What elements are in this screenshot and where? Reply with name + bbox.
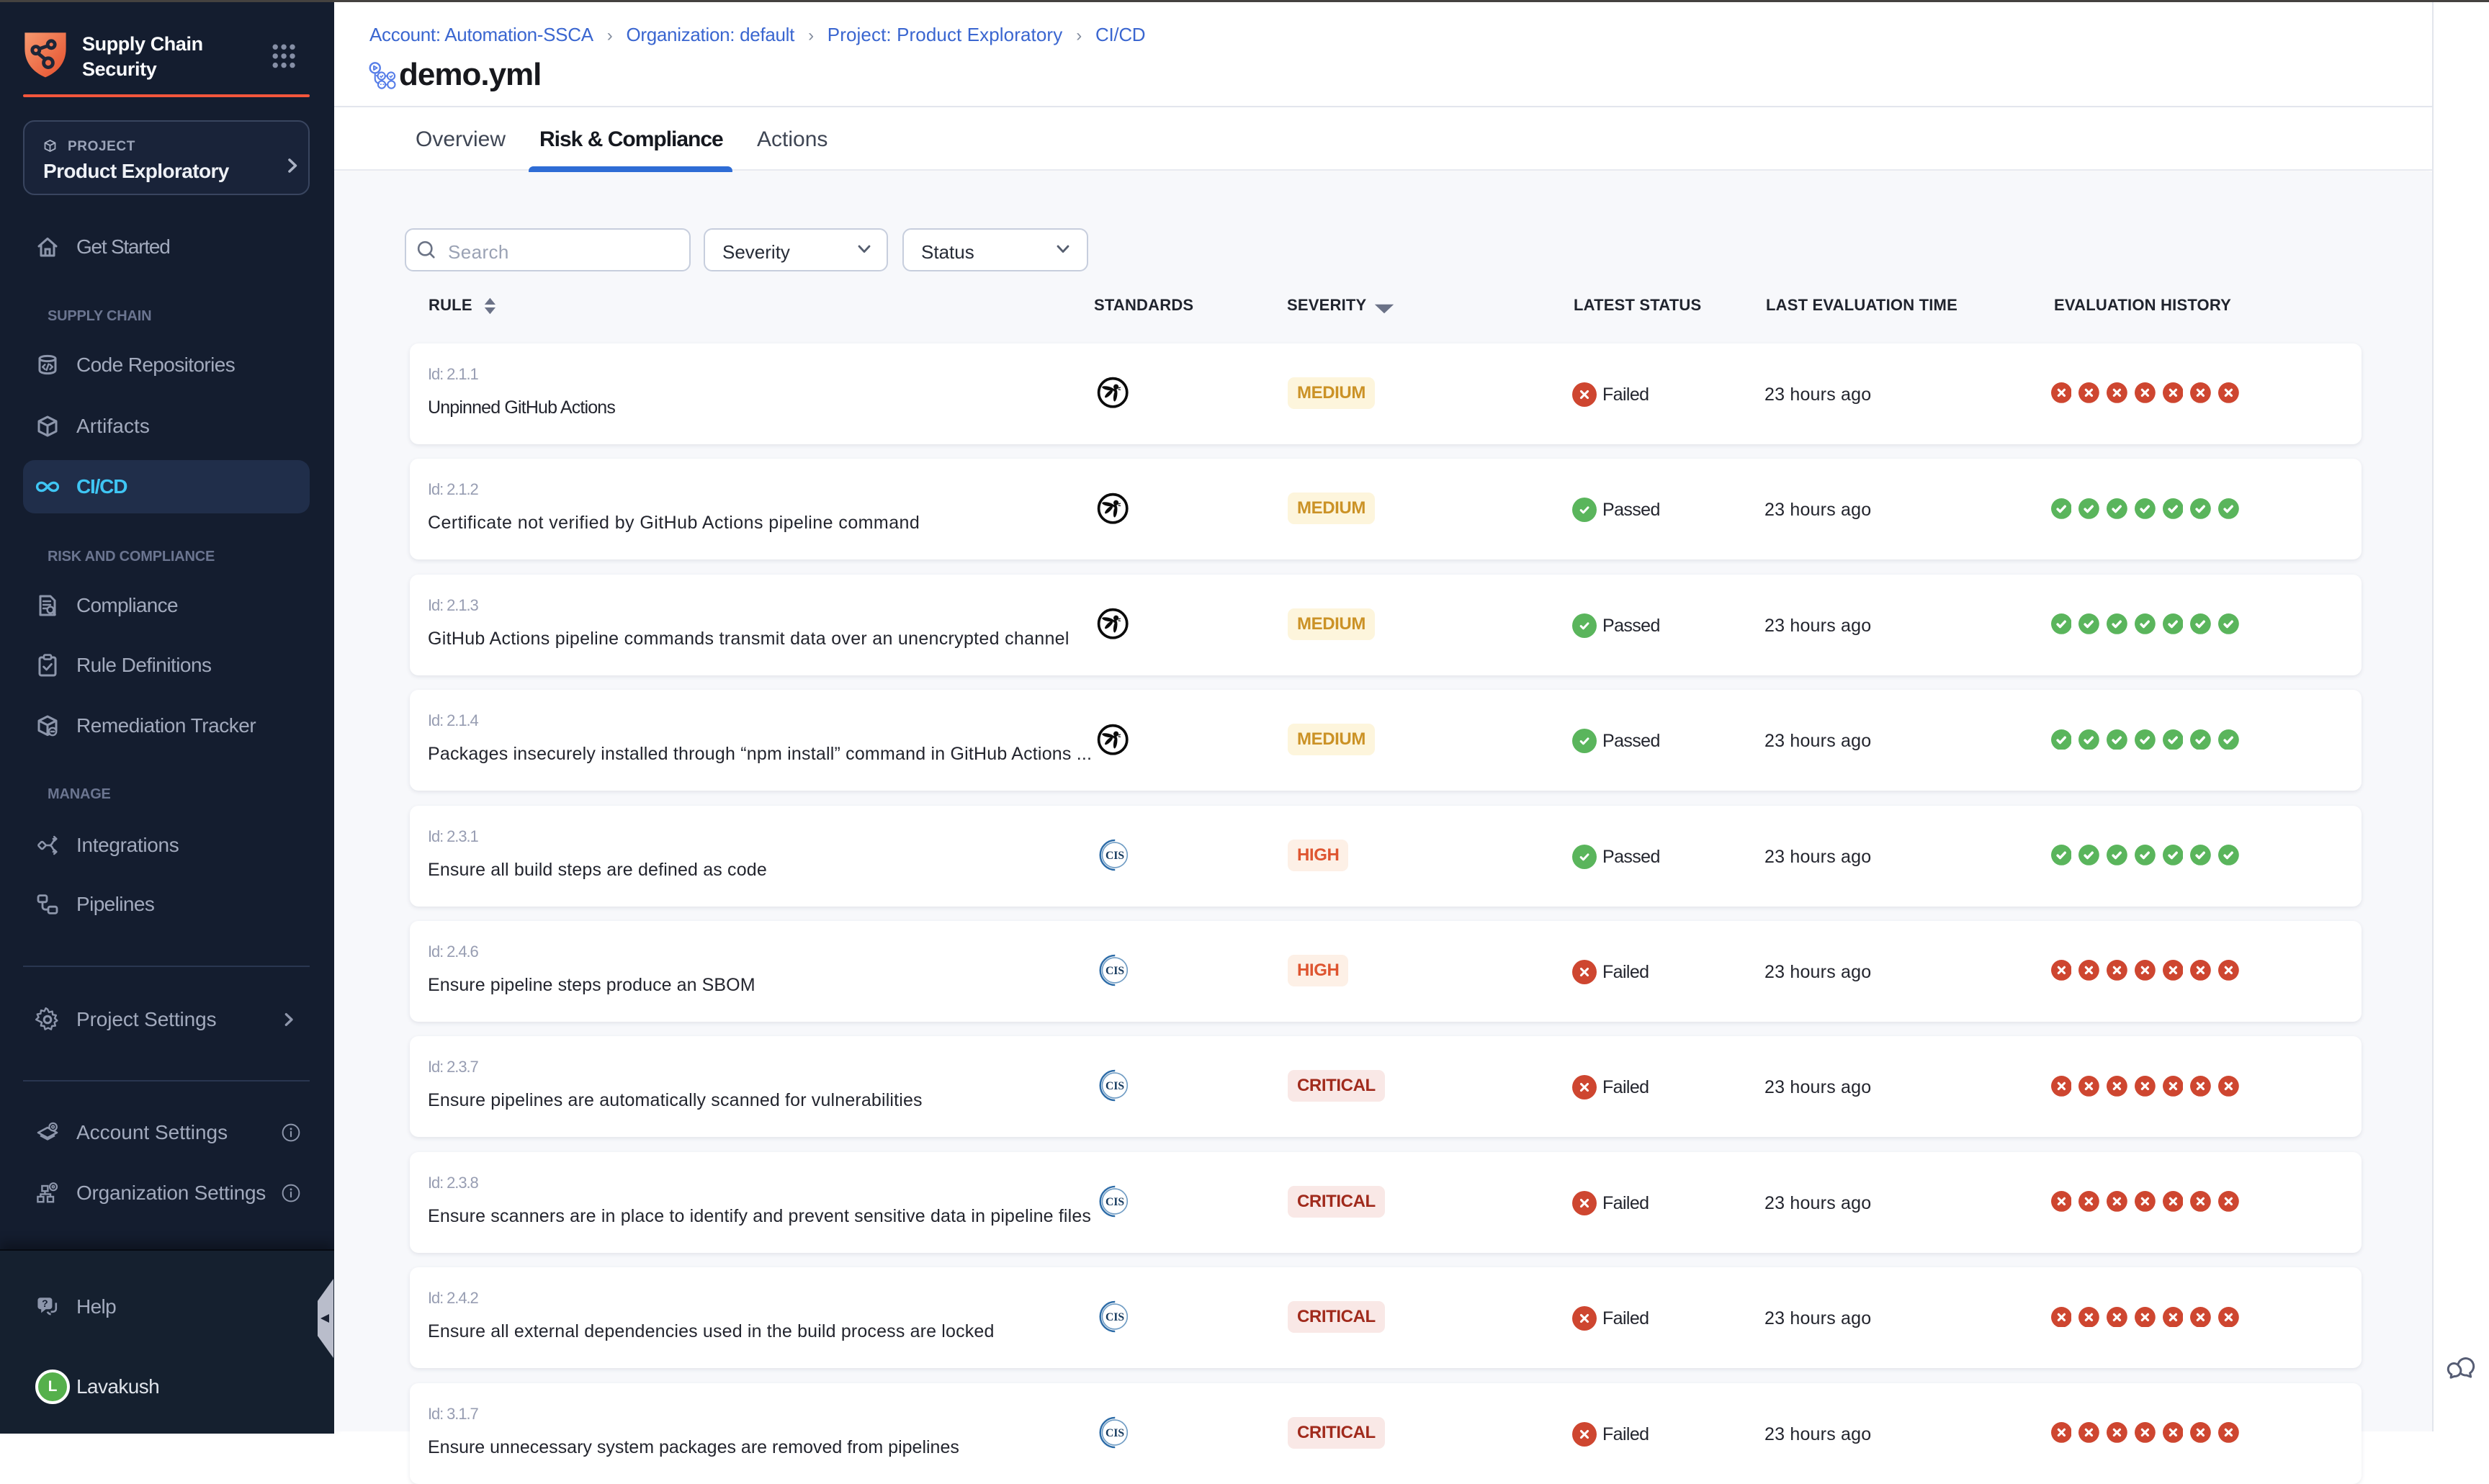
svg-text:CIS: CIS [1106,1427,1124,1439]
svg-text:CIS: CIS [1106,850,1124,862]
svg-text:CIS: CIS [1106,965,1124,977]
svg-text:?: ? [42,1298,48,1309]
svg-text:CIS: CIS [1106,1081,1124,1093]
svg-text:CIS: CIS [1106,1196,1124,1208]
svg-text:CIS: CIS [1106,1311,1124,1323]
